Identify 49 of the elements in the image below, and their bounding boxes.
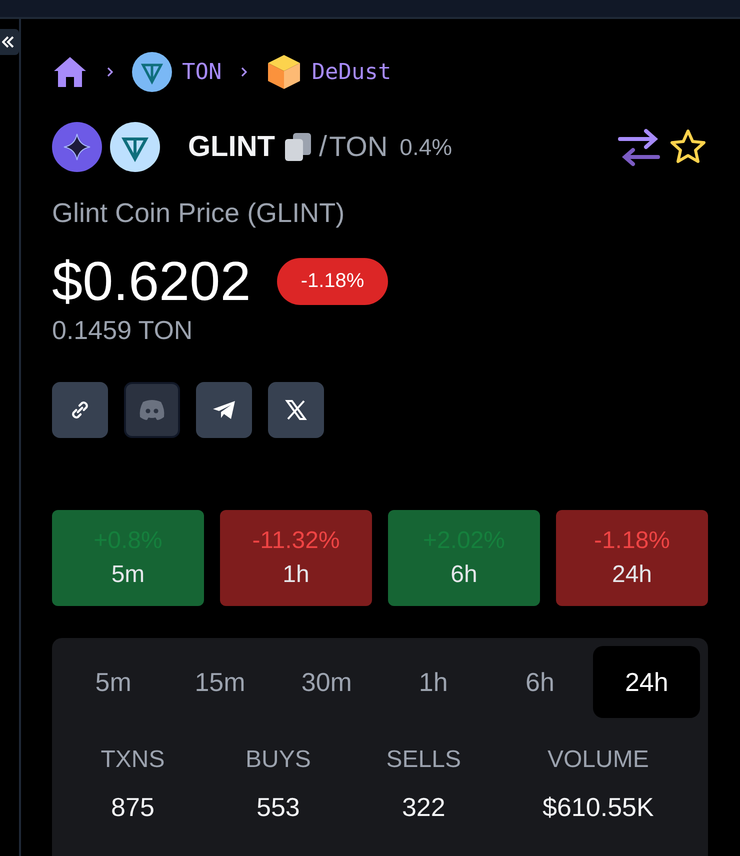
change-period: 1h [282, 561, 310, 589]
change-period: 6h [450, 561, 478, 589]
stat-value: 322 [402, 792, 446, 823]
change-card[interactable]: -11.32% 1h [220, 510, 372, 606]
change-badge: -1.18% [276, 258, 388, 304]
stat-label: SELLS [386, 746, 461, 774]
stat-value: 875 [111, 792, 154, 823]
native-price: 0.1459 TON [52, 315, 194, 346]
period-tab[interactable]: 5m [60, 646, 167, 718]
game-controller-icon [137, 398, 167, 422]
change-period: 24h [612, 561, 652, 589]
diamond-token-icon [110, 122, 160, 172]
pair-separator: / [319, 130, 328, 164]
chevron-icon [240, 66, 248, 78]
double-chevron-icon [2, 35, 14, 49]
x-logo-icon [284, 398, 308, 422]
price-title: Glint Coin Price (GLINT) [52, 198, 346, 229]
chevron-icon [106, 66, 114, 78]
telegram-button[interactable] [196, 382, 252, 438]
paper-plane-icon [211, 398, 237, 422]
period-tab[interactable]: 30m [273, 646, 380, 718]
diamond-token-icon [132, 52, 172, 92]
token-symbol: GLINT [188, 130, 275, 164]
stat-label: BUYS [246, 746, 311, 774]
period-tab[interactable]: 6h [486, 646, 594, 718]
copy-icon[interactable] [283, 131, 313, 163]
change-period: 5m [111, 561, 145, 589]
change-card[interactable]: -1.18% 24h [556, 510, 708, 606]
period-tab[interactable]: 1h [380, 646, 487, 718]
stat-value: 553 [256, 792, 300, 823]
fee-label: 0.4% [400, 134, 452, 160]
home-icon[interactable] [52, 55, 88, 89]
breadcrumb-link[interactable]: DeDust [312, 60, 392, 84]
breadcrumb-link[interactable]: TON [182, 60, 222, 84]
sparkle-token-icon [52, 122, 102, 172]
x-button[interactable] [268, 382, 324, 438]
cube-icon [266, 53, 302, 91]
stat-label: VOLUME [547, 746, 649, 774]
price-value: $0.6202 [52, 249, 251, 313]
stat-label: TXNS [100, 746, 165, 774]
change-value: -11.32% [252, 527, 340, 555]
stat-value: $610.55K [542, 792, 654, 823]
period-tab[interactable]: 24h [593, 646, 700, 718]
link-button[interactable] [52, 382, 108, 438]
swap-icon[interactable] [618, 127, 660, 167]
change-value: -1.18% [594, 527, 670, 555]
collapse-button[interactable] [0, 29, 19, 55]
period-tab[interactable]: 15m [166, 646, 274, 718]
quote-symbol: TON [329, 131, 388, 163]
